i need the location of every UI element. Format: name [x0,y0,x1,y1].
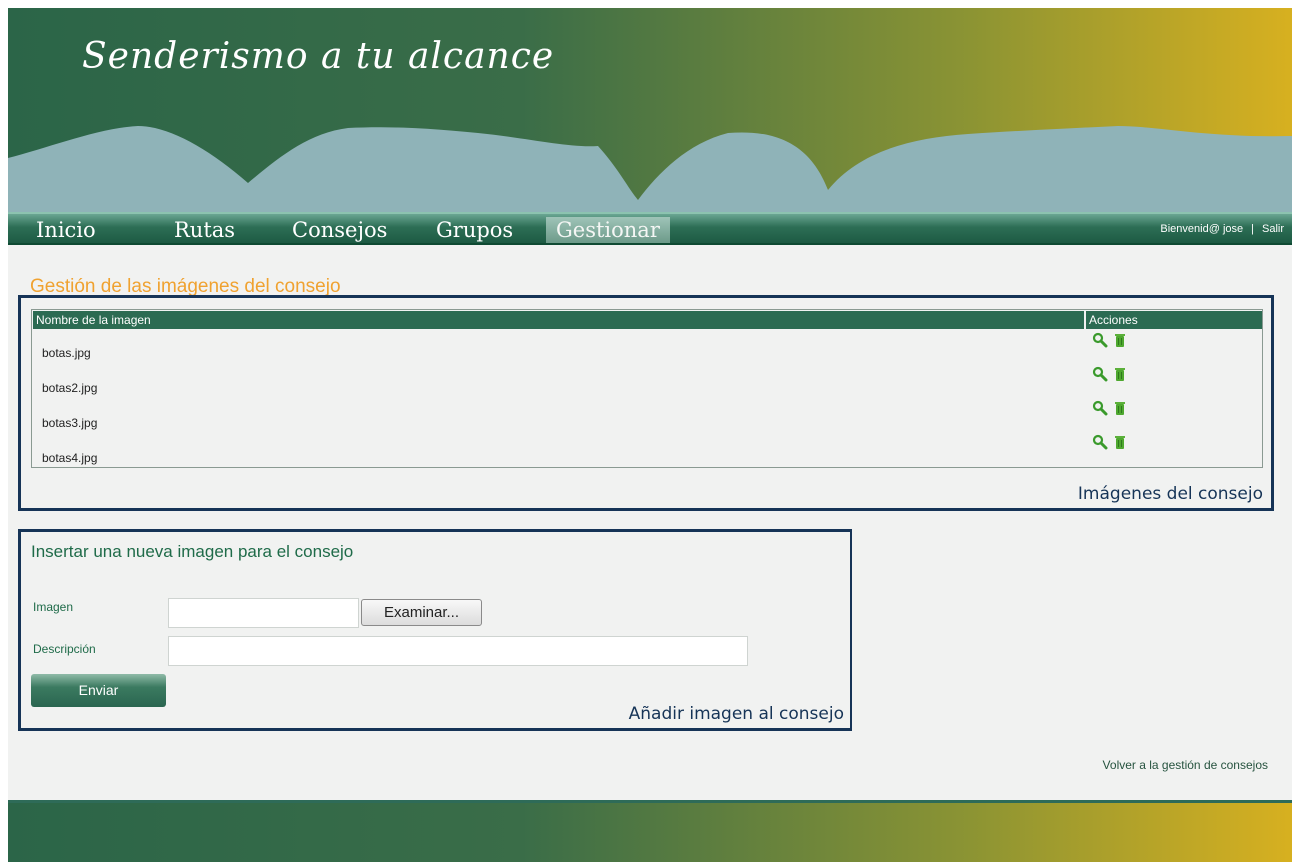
magnifier-icon[interactable] [1092,332,1108,348]
logout-link[interactable]: Salir [1262,223,1284,235]
user-area: Bienvenid@ jose | Salir [1160,223,1284,235]
browse-button[interactable]: Examinar... [361,599,482,626]
footer-banner [8,800,1292,862]
image-name: botas3.jpg [42,416,98,430]
row-actions [1092,365,1128,383]
page: Senderismo a tu alcance Inicio Rutas Con… [8,8,1292,862]
image-name: botas4.jpg [42,451,98,465]
magnifier-icon[interactable] [1092,400,1108,416]
image-name: botas.jpg [42,346,91,360]
insert-image-fieldset: Insertar una nueva imagen para el consej… [18,529,852,731]
image-name: botas2.jpg [42,381,98,395]
welcome-text: Bienvenid@ jose [1160,223,1244,235]
submit-button[interactable]: Enviar [31,674,166,707]
trash-icon[interactable] [1112,400,1128,416]
image-file-input[interactable] [168,598,359,628]
trash-icon[interactable] [1112,366,1128,382]
main-navigation: Inicio Rutas Consejos Grupos Gestionar B… [8,212,1292,245]
trash-icon[interactable] [1112,332,1128,348]
row-actions [1092,399,1128,417]
insert-fieldset-legend: Añadir imagen al consejo [628,704,844,724]
nav-item-gestionar[interactable]: Gestionar [546,217,670,243]
insert-form-title: Insertar una nueva imagen para el consej… [31,542,354,561]
image-field-label: Imagen [33,600,74,614]
magnifier-icon[interactable] [1092,366,1108,382]
description-field-label: Descripción [33,642,96,656]
nav-item-inicio[interactable]: Inicio [26,217,106,243]
row-actions [1092,433,1128,451]
images-fieldset-legend: Imágenes del consejo [1077,484,1263,504]
nav-item-rutas[interactable]: Rutas [164,217,245,243]
header-banner: Senderismo a tu alcance [8,8,1292,212]
images-fieldset: Nombre de la imagen Acciones botas.jpg b… [18,295,1274,511]
column-header-actions: Acciones [1086,311,1262,329]
nav-item-grupos[interactable]: Grupos [426,217,523,243]
column-header-name: Nombre de la imagen [33,311,1084,329]
user-separator: | [1251,223,1254,235]
back-to-tips-link[interactable]: Volver a la gestión de consejos [1103,758,1268,772]
magnifier-icon[interactable] [1092,434,1108,450]
trash-icon[interactable] [1112,434,1128,450]
images-table: Nombre de la imagen Acciones botas.jpg b… [31,309,1263,468]
description-input[interactable] [168,636,748,666]
row-actions [1092,331,1128,349]
site-title: Senderismo a tu alcance [82,36,555,77]
nav-item-consejos[interactable]: Consejos [282,217,397,243]
